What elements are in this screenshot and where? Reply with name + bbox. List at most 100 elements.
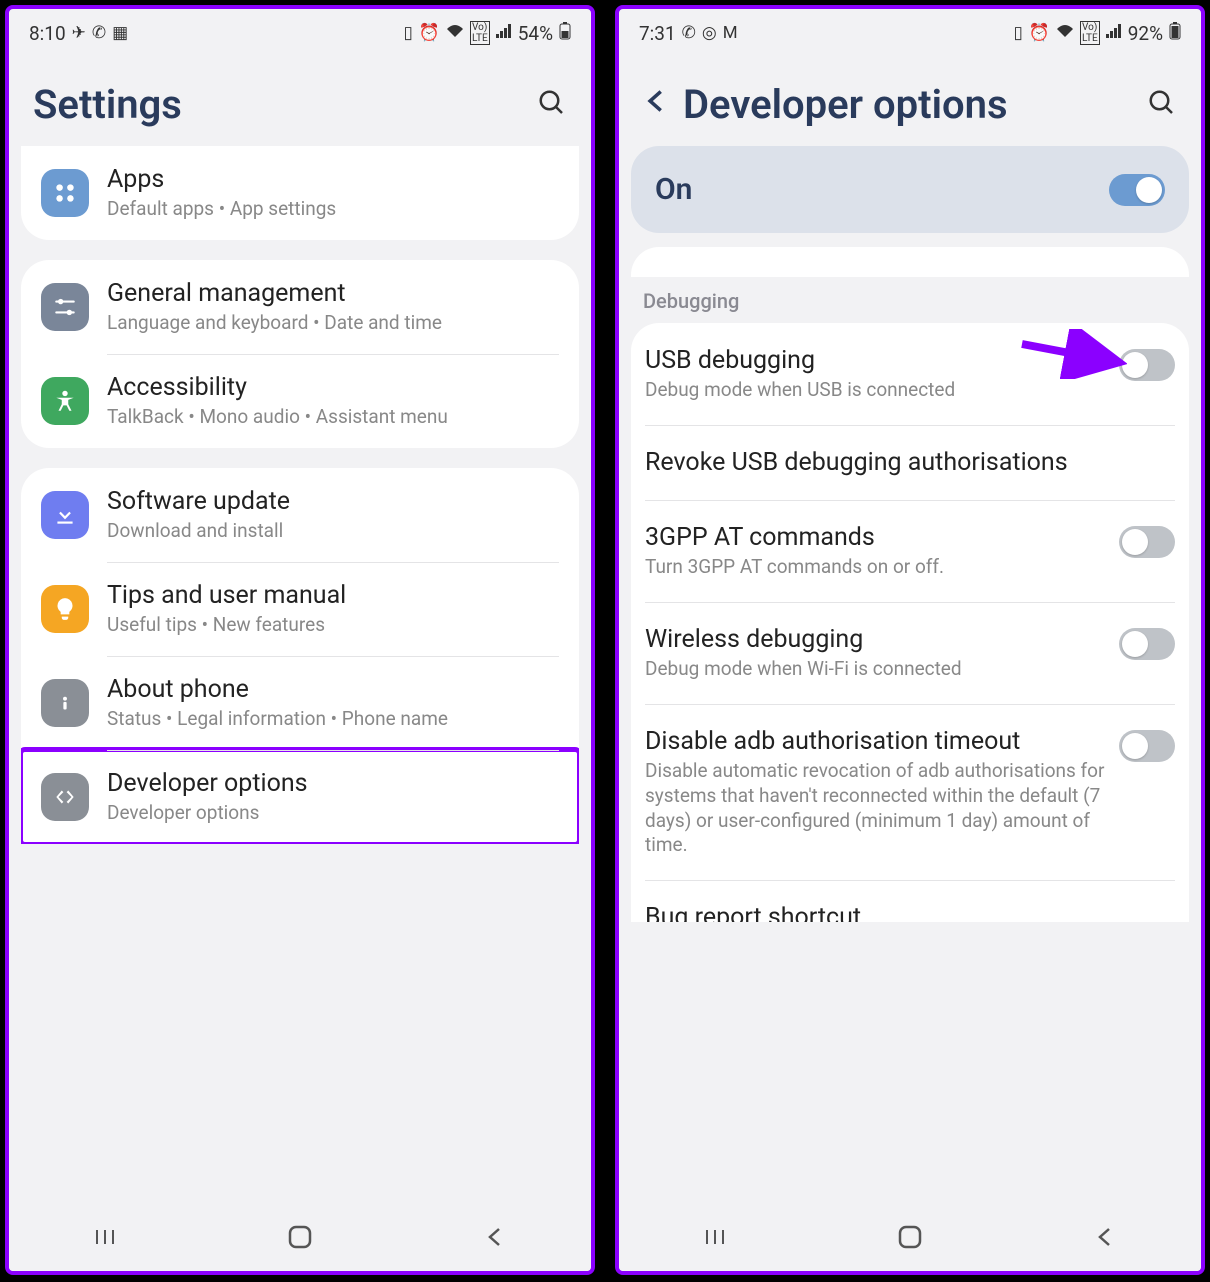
devoptions-list[interactable]: On Debugging USB debuggingDebug mode whe…: [619, 146, 1201, 1209]
master-toggle-switch[interactable]: [1109, 174, 1165, 206]
toggle-switch[interactable]: [1119, 349, 1175, 381]
back-icon[interactable]: [643, 88, 669, 121]
alarm-icon: ⏰: [1029, 23, 1050, 43]
row-title: About phone: [107, 674, 559, 705]
settings-row-update[interactable]: Software updateDownload and install: [21, 468, 579, 562]
settings-card: Software updateDownload and install Tips …: [21, 468, 579, 844]
status-bar: 7:31 ✆ ◎ M ▯ ⏰ Vo)LTE 92%: [619, 9, 1201, 57]
home-button[interactable]: [897, 1224, 923, 1256]
row-subtitle: TalkBack • Mono audio • Assistant menu: [107, 405, 559, 430]
phone-settings: 8:10 ✈ ✆ ▦ ▯ ⏰ Vo)LTE 54% Settings AppsD: [5, 5, 595, 1275]
row-subtitle: Default apps • App settings: [107, 197, 559, 222]
row-text: Wireless debuggingDebug mode when Wi-Fi …: [645, 624, 1105, 682]
nfc-icon: ▯: [1013, 23, 1022, 43]
row-subtitle: Language and keyboard • Date and time: [107, 311, 559, 336]
row-text: General managementLanguage and keyboard …: [107, 278, 559, 336]
section-header: Debugging: [631, 271, 1189, 323]
page-header: Developer options: [619, 57, 1201, 146]
master-toggle-label: On: [655, 172, 692, 207]
row-text: Disable adb authorisation timeoutDisable…: [645, 726, 1105, 858]
back-button[interactable]: [484, 1226, 506, 1254]
devopts-icon: [41, 773, 89, 821]
alarm-icon: ⏰: [419, 23, 440, 43]
nfc-icon: ▯: [403, 23, 412, 43]
signal-icon: [1106, 23, 1122, 43]
home-button[interactable]: [287, 1224, 313, 1256]
toggle-switch[interactable]: [1119, 526, 1175, 558]
settings-card: AppsDefault apps • App settings: [21, 146, 579, 240]
settings-row-about[interactable]: About phoneStatus • Legal information • …: [21, 656, 579, 750]
tips-icon: [41, 585, 89, 633]
telegram-icon: ✈: [72, 23, 86, 43]
gmail-icon: M: [723, 23, 738, 43]
row-title: Apps: [107, 164, 559, 195]
search-icon[interactable]: [537, 88, 567, 122]
dev-row[interactable]: Wireless debuggingDebug mode when Wi-Fi …: [631, 602, 1189, 704]
settings-row-general[interactable]: General managementLanguage and keyboard …: [21, 260, 579, 354]
row-title: Developer options: [107, 768, 559, 799]
row-subtitle: Disable automatic revocation of adb auth…: [645, 759, 1105, 858]
status-battery-pct: 54%: [518, 22, 553, 45]
instagram-icon: ◎: [702, 23, 717, 43]
volte-icon: Vo)LTE: [470, 21, 490, 45]
dev-row[interactable]: Revoke USB debugging authorisations: [631, 425, 1189, 500]
dev-row[interactable]: Bug report shortcut: [631, 880, 1189, 922]
toggle-switch[interactable]: [1119, 730, 1175, 762]
wifi-icon: [1056, 23, 1074, 43]
about-icon: [41, 679, 89, 727]
photo-icon: ▦: [112, 23, 128, 43]
settings-list[interactable]: AppsDefault apps • App settings General m…: [9, 146, 591, 1209]
row-text: AccessibilityTalkBack • Mono audio • Ass…: [107, 372, 559, 430]
page-title: Developer options: [683, 81, 1133, 128]
row-title: Bug report shortcut: [645, 902, 1175, 922]
signal-icon: [496, 23, 512, 43]
row-title: Revoke USB debugging authorisations: [645, 447, 1175, 478]
row-title: 3GPP AT commands: [645, 522, 1105, 553]
dev-row[interactable]: USB debuggingDebug mode when USB is conn…: [631, 323, 1189, 425]
row-text: Software updateDownload and install: [107, 486, 559, 544]
row-title: General management: [107, 278, 559, 309]
update-icon: [41, 491, 89, 539]
apps-icon: [41, 169, 89, 217]
page-header: Settings: [9, 57, 591, 146]
row-title: Wireless debugging: [645, 624, 1105, 655]
wifi-icon: [446, 23, 464, 43]
accessibility-icon: [41, 377, 89, 425]
row-title: Software update: [107, 486, 559, 517]
page-title: Settings: [33, 81, 523, 128]
back-button[interactable]: [1094, 1226, 1116, 1254]
dev-row[interactable]: 3GPP AT commandsTurn 3GPP AT commands on…: [631, 500, 1189, 602]
row-text: About phoneStatus • Legal information • …: [107, 674, 559, 732]
settings-row-apps[interactable]: AppsDefault apps • App settings: [21, 146, 579, 240]
status-bar: 8:10 ✈ ✆ ▦ ▯ ⏰ Vo)LTE 54%: [9, 9, 591, 57]
status-time: 7:31: [639, 22, 676, 45]
whatsapp-icon: ✆: [92, 23, 106, 43]
row-subtitle: Useful tips • New features: [107, 613, 559, 638]
row-text: Bug report shortcut: [645, 902, 1175, 922]
row-text: Tips and user manualUseful tips • New fe…: [107, 580, 559, 638]
phone-devoptions: 7:31 ✆ ◎ M ▯ ⏰ Vo)LTE 92% Developer opti…: [615, 5, 1205, 1275]
row-subtitle: Debug mode when Wi-Fi is connected: [645, 657, 1105, 682]
settings-row-devopts[interactable]: Developer optionsDeveloper options: [21, 750, 579, 844]
row-title: Tips and user manual: [107, 580, 559, 611]
nav-bar: [9, 1209, 591, 1271]
row-subtitle: Turn 3GPP AT commands on or off.: [645, 555, 1105, 580]
search-icon[interactable]: [1147, 88, 1177, 122]
settings-card: General managementLanguage and keyboard …: [21, 260, 579, 448]
row-text: 3GPP AT commandsTurn 3GPP AT commands on…: [645, 522, 1105, 580]
whatsapp-icon: ✆: [682, 23, 696, 43]
toggle-switch[interactable]: [1119, 628, 1175, 660]
row-subtitle: Developer options: [107, 801, 559, 826]
status-battery-pct: 92%: [1128, 22, 1163, 45]
battery-icon: [1169, 22, 1181, 45]
master-toggle-row[interactable]: On: [631, 146, 1189, 233]
recents-button[interactable]: [94, 1226, 116, 1254]
row-title: Accessibility: [107, 372, 559, 403]
dev-row[interactable]: Disable adb authorisation timeoutDisable…: [631, 704, 1189, 880]
settings-row-tips[interactable]: Tips and user manualUseful tips • New fe…: [21, 562, 579, 656]
general-icon: [41, 283, 89, 331]
recents-button[interactable]: [704, 1226, 726, 1254]
settings-row-accessibility[interactable]: AccessibilityTalkBack • Mono audio • Ass…: [21, 354, 579, 448]
debugging-card: USB debuggingDebug mode when USB is conn…: [631, 323, 1189, 922]
annotation-arrow: [1017, 329, 1127, 383]
